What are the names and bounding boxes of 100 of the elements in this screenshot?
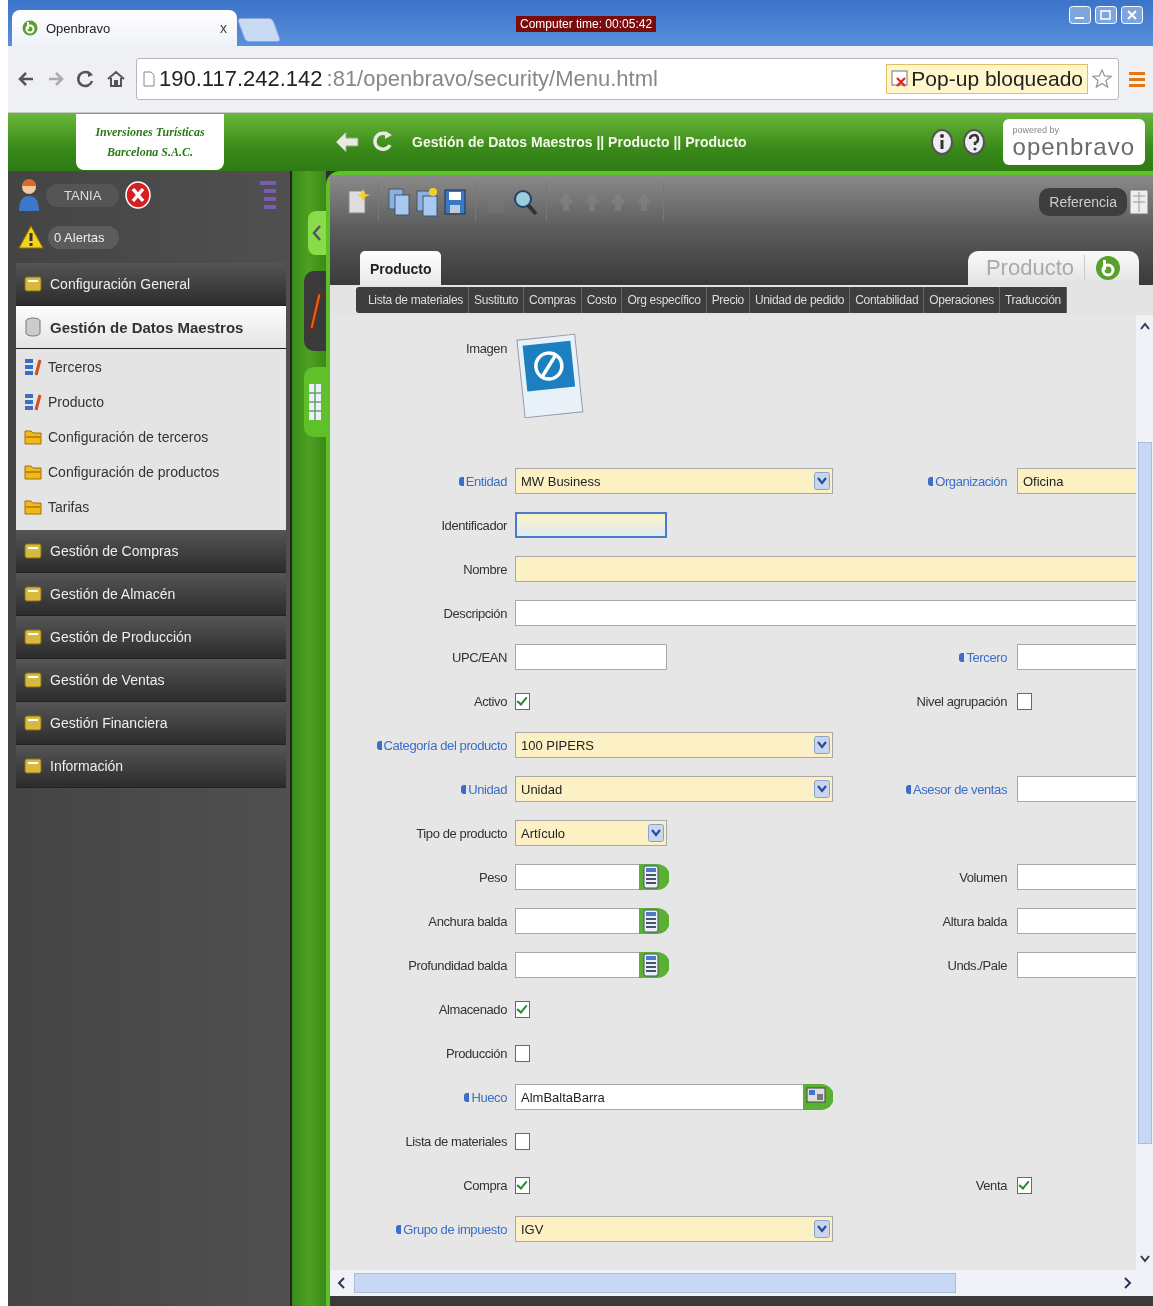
subtab[interactable]: Compras: [524, 287, 582, 313]
menu-section[interactable]: Configuración General: [16, 263, 286, 306]
dropdown[interactable]: Artículo: [515, 820, 667, 846]
browser-tab[interactable]: Openbravo x: [12, 10, 237, 46]
scroll-right-icon[interactable]: [1121, 1276, 1133, 1290]
input-field[interactable]: [1017, 864, 1136, 890]
input-field[interactable]: AlmBaltaBarra: [515, 1084, 805, 1110]
subtab[interactable]: Unidad de pedido: [749, 287, 851, 313]
menu-section[interactable]: Gestión de Almacén: [16, 573, 286, 616]
restore-icon[interactable]: [1095, 6, 1117, 24]
url-field[interactable]: 190.117.242.142 :81/openbravo/security/Menu.html Pop-up bloqueado: [136, 58, 1119, 100]
menu-item[interactable]: Configuración de productos: [16, 454, 286, 489]
menu-item[interactable]: Tarifas: [16, 489, 286, 524]
copy-record-icon[interactable]: [415, 187, 439, 217]
dropdown[interactable]: IGV: [515, 1216, 833, 1242]
subtab[interactable]: Traducción: [1000, 287, 1067, 313]
menu-item[interactable]: Producto: [16, 384, 286, 419]
dropdown[interactable]: MW Business: [515, 468, 833, 494]
input-field[interactable]: [1017, 644, 1136, 670]
folder-icon: [24, 497, 42, 516]
input-field[interactable]: [515, 644, 667, 670]
input-field[interactable]: [515, 908, 641, 934]
checkbox[interactable]: [515, 692, 530, 710]
search-icon[interactable]: [512, 187, 538, 217]
field-label: Compra: [462, 1177, 507, 1193]
folder-icon: [24, 427, 42, 446]
input-field[interactable]: [515, 556, 1136, 582]
dropdown[interactable]: 100 PIPERS: [515, 732, 833, 758]
reference-button[interactable]: Referencia: [1039, 188, 1127, 216]
vertical-scrollbar[interactable]: [1136, 315, 1153, 1270]
star-icon[interactable]: [1092, 69, 1112, 89]
close-icon[interactable]: [1121, 6, 1143, 24]
window-icon[interactable]: [1129, 188, 1149, 216]
menu-item[interactable]: Terceros: [16, 349, 286, 384]
back-arrow-icon[interactable]: [334, 129, 360, 155]
collapse-sidebar-button[interactable]: [308, 211, 326, 255]
input-field[interactable]: [515, 512, 667, 538]
powered-by-text: powered by: [1012, 125, 1061, 135]
copy-record-icon[interactable]: [387, 187, 411, 217]
minimize-icon[interactable]: [1069, 6, 1091, 24]
dropdown[interactable]: Unidad: [515, 776, 833, 802]
menu-section[interactable]: Gestión de Producción: [16, 616, 286, 659]
menu-section[interactable]: Gestión de Datos Maestros: [16, 306, 286, 349]
checkbox[interactable]: [1017, 1176, 1032, 1194]
user-icon: [18, 178, 40, 212]
popup-blocked-notice[interactable]: Pop-up bloqueado: [886, 64, 1088, 94]
input-field[interactable]: [515, 952, 641, 978]
home-icon[interactable]: [106, 69, 126, 89]
required-marker-icon: [458, 476, 464, 486]
field-label: Unidad: [330, 781, 507, 797]
folder-icon: [24, 584, 42, 604]
help-icon[interactable]: [962, 129, 985, 155]
field-label: Hueco: [330, 1089, 507, 1105]
menu-section[interactable]: Gestión de Compras: [16, 530, 286, 573]
subtab[interactable]: Precio: [706, 287, 750, 313]
folder-icon: [24, 756, 42, 776]
menu-section[interactable]: Gestión de Ventas: [16, 659, 286, 702]
save-icon[interactable]: [443, 187, 467, 217]
dropdown[interactable]: Oficina: [1017, 468, 1136, 494]
input-field[interactable]: [1017, 776, 1136, 802]
company-name: Inversiones Turísticas: [95, 124, 205, 141]
app-logo-icon: [22, 20, 38, 36]
input-field[interactable]: [1017, 952, 1136, 978]
alerts-link[interactable]: 0 Alertas: [48, 225, 119, 249]
reload-icon[interactable]: [76, 69, 96, 89]
scroll-left-icon[interactable]: [336, 1276, 348, 1290]
checkbox[interactable]: [515, 1044, 530, 1062]
subtab[interactable]: Lista de materiales: [356, 287, 470, 313]
menu-item[interactable]: Configuración de terceros: [16, 419, 286, 454]
subtab[interactable]: Contabilidad: [850, 287, 925, 313]
scroll-thumb[interactable]: [1137, 441, 1152, 1144]
scroll-thumb[interactable]: [354, 1273, 956, 1293]
checkbox[interactable]: [1017, 692, 1032, 710]
info-icon[interactable]: [930, 129, 953, 155]
user-name: TANIA: [46, 183, 120, 207]
menu-icon[interactable]: [1129, 70, 1145, 88]
logout-icon[interactable]: [125, 181, 152, 209]
form-view-tab[interactable]: [304, 271, 326, 351]
subtab[interactable]: Costo: [581, 287, 623, 313]
checkbox[interactable]: [515, 1176, 530, 1194]
tab-close-button[interactable]: x: [220, 20, 227, 36]
new-tab-button[interactable]: [236, 18, 282, 42]
tab[interactable]: Producto: [360, 251, 442, 285]
menu-section[interactable]: Información: [16, 745, 286, 788]
checkbox[interactable]: [515, 1000, 530, 1018]
field-label: Producción: [444, 1045, 507, 1061]
subtab[interactable]: Operaciones: [924, 287, 1001, 313]
input-field[interactable]: [1017, 908, 1136, 934]
subtab[interactable]: Org específico: [622, 287, 707, 313]
new-record-icon[interactable]: [346, 187, 370, 217]
field-label: Anchura balda: [427, 913, 507, 929]
checkbox[interactable]: [515, 1132, 530, 1150]
input-field[interactable]: [515, 600, 1136, 626]
input-field[interactable]: [515, 864, 641, 890]
subtab[interactable]: Sustituto: [469, 287, 525, 313]
locator-icon[interactable]: [801, 1082, 833, 1112]
menu-section[interactable]: Gestión Financiera: [16, 702, 286, 745]
horizontal-scrollbar[interactable]: [330, 1270, 1153, 1306]
required-marker-icon: [376, 740, 382, 750]
grid-view-tab[interactable]: [304, 367, 326, 437]
